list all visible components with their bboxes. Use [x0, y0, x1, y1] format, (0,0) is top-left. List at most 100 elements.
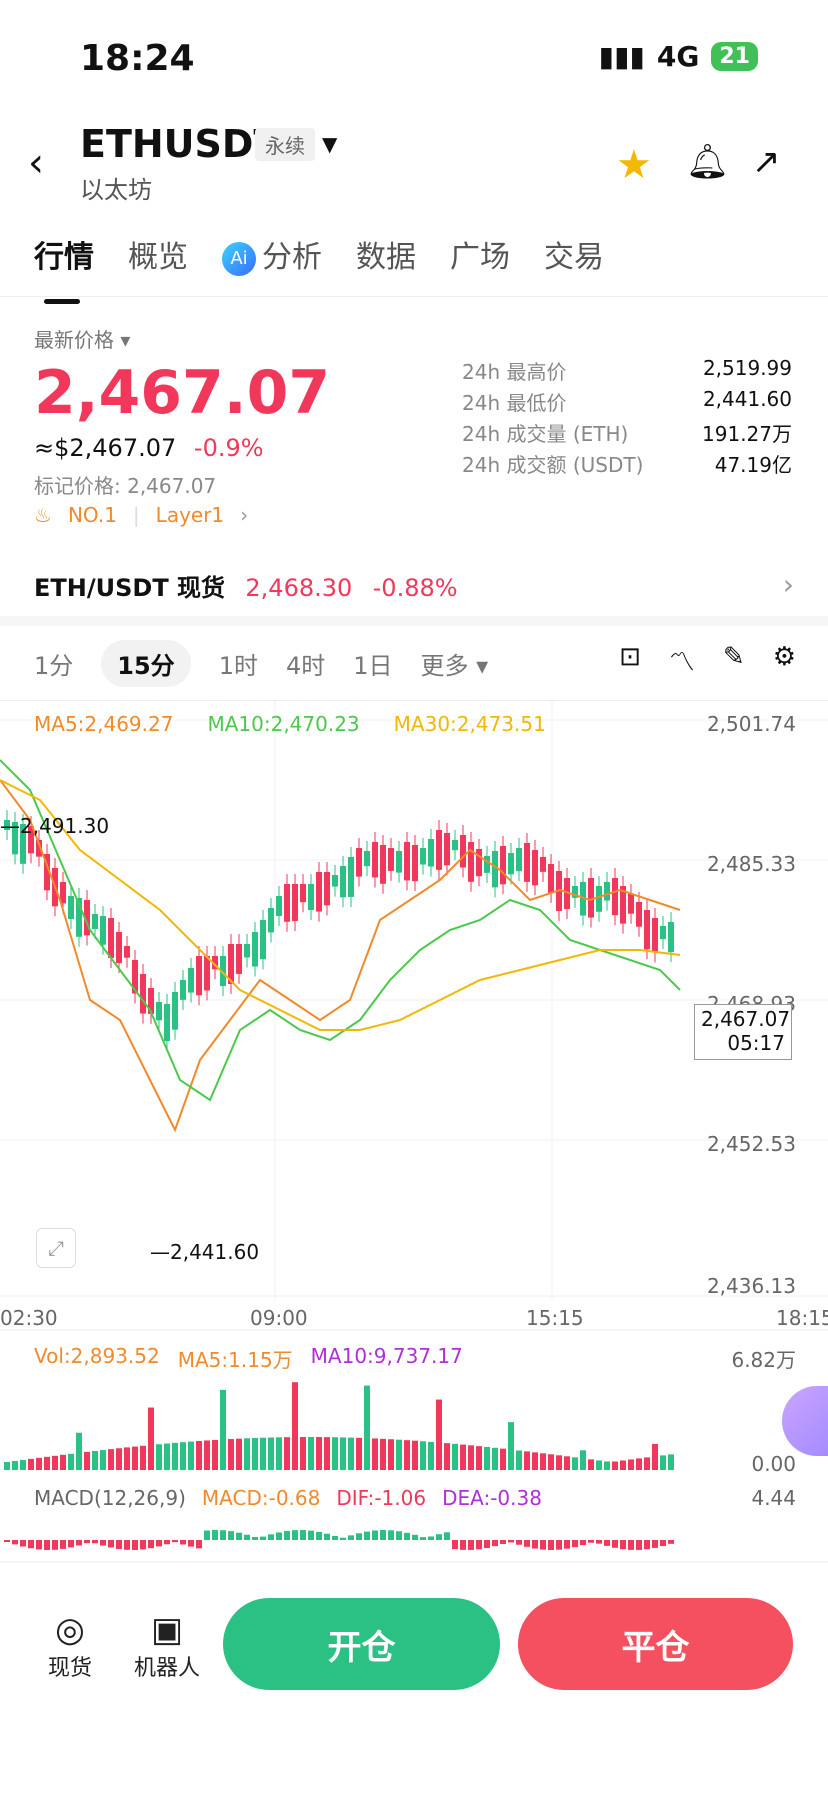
spot-chevron-icon[interactable]: ›: [783, 568, 794, 601]
expand-icon[interactable]: ⤢: [36, 1228, 76, 1268]
interval-more[interactable]: 更多 ▾: [421, 646, 489, 681]
latest-price-label[interactable]: 最新价格 ▾: [34, 324, 130, 353]
bell-icon[interactable]: 🔔︎: [686, 142, 729, 182]
tag-chips[interactable]: ♨ NO.1 | Layer1 ›: [34, 503, 248, 527]
macd-bar: [332, 1535, 338, 1540]
bottom-spot[interactable]: ◎ 现货: [48, 1610, 92, 1682]
ma-labels: MA5:2,469.27 MA10:2,470.23 MA30:2,473.51: [34, 712, 546, 736]
volume-bar: [68, 1453, 74, 1470]
tabs-divider: [0, 296, 828, 297]
interval-15m[interactable]: 15分: [101, 640, 191, 687]
tab-analysis-label: 分析: [262, 240, 322, 275]
volume-bar: [132, 1446, 138, 1470]
volume-bar: [500, 1448, 506, 1470]
stat-volume: 24h 成交量 (ETH) 191.27万: [462, 422, 792, 446]
macd-bar: [380, 1530, 386, 1540]
macd-bar: [4, 1540, 10, 1542]
spot-icon: ◎: [55, 1610, 85, 1650]
interval-4h[interactable]: 4时: [286, 646, 325, 681]
spot-row[interactable]: ETH/USDT 现货 2,468.30 -0.88%: [34, 568, 458, 603]
macd-bar: [548, 1540, 554, 1550]
interval-1d[interactable]: 1日: [353, 646, 392, 681]
dropdown-icon[interactable]: ▼: [322, 132, 337, 156]
interval-1m[interactable]: 1分: [34, 646, 73, 681]
current-price-label: 2,467.07: [701, 1007, 791, 1031]
interval-1h[interactable]: 1时: [219, 646, 258, 681]
tab-trade[interactable]: 交易: [544, 232, 604, 276]
volume-bar: [204, 1440, 210, 1470]
tab-overview[interactable]: 概览: [128, 232, 188, 276]
volume-bar: [508, 1422, 514, 1470]
volume-bar: [644, 1457, 650, 1470]
macd-bar: [12, 1540, 18, 1545]
network-label: 4G: [656, 40, 700, 73]
volume-bar: [228, 1439, 234, 1470]
macd-bar: [188, 1540, 194, 1547]
volume-bar: [148, 1407, 154, 1470]
macd-bar: [300, 1530, 306, 1540]
macd-bar: [44, 1540, 50, 1550]
macd-bar: [36, 1540, 42, 1550]
volume-bar: [668, 1454, 674, 1470]
macd-bar: [52, 1540, 58, 1550]
macd-bar: [356, 1533, 362, 1540]
macd-bar: [100, 1540, 106, 1546]
volume-bar: [76, 1432, 82, 1470]
volume-bar: [588, 1459, 594, 1470]
volume-bar: [548, 1454, 554, 1470]
volume-bar: [372, 1438, 378, 1470]
volume-bar: [36, 1457, 42, 1470]
ma10-label: MA10:2,470.23: [207, 712, 360, 736]
star-icon[interactable]: ★: [616, 142, 652, 188]
macd-bar: [532, 1540, 538, 1549]
volume-bar: [84, 1451, 90, 1470]
volume-bar: [60, 1454, 66, 1470]
stat-high: 24h 最高价 2,519.99: [462, 356, 792, 384]
tab-market[interactable]: 行情: [34, 232, 94, 304]
main-tabs: 行情 概览 Ai 分析 数据 广场 交易: [34, 232, 604, 304]
tab-analysis[interactable]: Ai 分析: [222, 232, 322, 276]
volume-bar: [652, 1443, 658, 1470]
tab-data[interactable]: 数据: [356, 232, 416, 276]
macd-bar: [156, 1540, 162, 1547]
mark-price: 标记价格: 2,467.07: [34, 474, 217, 498]
volume-bar: [564, 1456, 570, 1470]
volume-bar: [348, 1437, 354, 1470]
bottom-bot[interactable]: ▣ 机器人: [134, 1610, 200, 1682]
battery-badge: 21: [711, 42, 758, 71]
kline-chart[interactable]: [0, 700, 828, 1570]
volume-bar: [580, 1450, 586, 1470]
y-tick-3: 2,452.53: [706, 1132, 796, 1156]
share-icon[interactable]: ↗: [752, 142, 781, 182]
volume-bar: [276, 1437, 282, 1470]
volume-bar: [388, 1439, 394, 1470]
indicator-icon[interactable]: 〽: [669, 642, 695, 679]
macd-bar: [660, 1540, 666, 1547]
x-tick-0: 02:30: [0, 1306, 58, 1330]
settings-icon[interactable]: ⚙: [773, 642, 796, 679]
macd-bar: [572, 1540, 578, 1548]
macd-bar: [500, 1540, 506, 1544]
macd-bar: [244, 1534, 250, 1540]
open-position-button[interactable]: 开仓: [223, 1598, 500, 1690]
macd-bar: [364, 1531, 370, 1540]
draw-icon[interactable]: ✎: [723, 642, 745, 679]
dea-value: DEA:-0.38: [442, 1486, 542, 1510]
macd-bar: [340, 1537, 346, 1540]
back-icon[interactable]: ‹: [28, 140, 44, 186]
symbol-title[interactable]: ETHUSDT: [80, 122, 279, 166]
macd-bar: [468, 1540, 474, 1550]
volume-bar: [92, 1450, 98, 1470]
bottom-spot-label: 现货: [48, 1656, 93, 1681]
macd-bar: [140, 1540, 146, 1550]
macd-bar: [68, 1540, 74, 1548]
volume-bar: [492, 1447, 498, 1470]
y-tick-4: 2,436.13: [706, 1274, 796, 1298]
chart-type-icon[interactable]: ⊡: [619, 642, 641, 679]
macd-bar: [276, 1532, 282, 1540]
bottom-bot-label: 机器人: [134, 1656, 201, 1681]
tab-square[interactable]: 广场: [450, 232, 510, 276]
close-position-button[interactable]: 平仓: [518, 1598, 793, 1690]
macd-bar: [172, 1540, 178, 1543]
vol-ma10: MA10:9,737.17: [310, 1344, 463, 1368]
